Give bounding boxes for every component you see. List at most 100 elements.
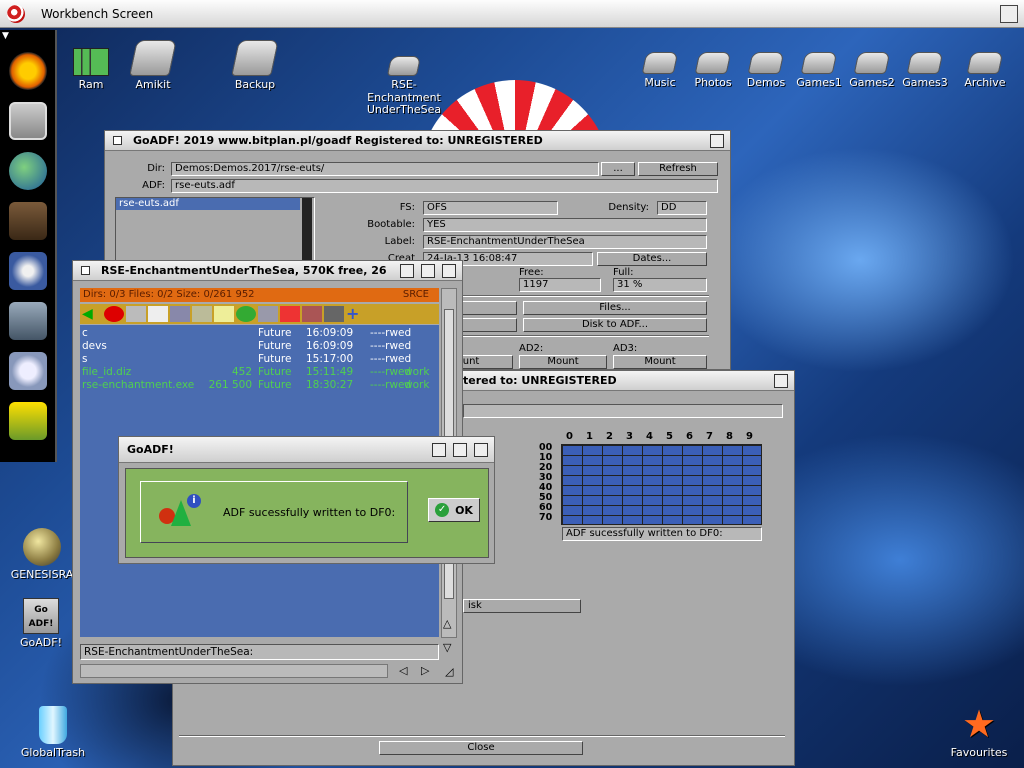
search-icon[interactable]: [258, 306, 278, 322]
plus-icon[interactable]: +: [346, 306, 366, 322]
dock-bar: ▼: [0, 30, 57, 462]
info-icon[interactable]: [104, 306, 124, 322]
file-name: rse-enchantment.exe: [82, 379, 195, 391]
drawer-zoom-gadget[interactable]: [421, 264, 435, 278]
file-list-item[interactable]: rse-enchantment.exe 261 500 Future 18:30:27…: [80, 379, 439, 392]
ad3-label: AD3:: [613, 343, 638, 354]
file-list-item[interactable]: file_id.diz 452 Future 15:11:49 ----rwed work: [80, 366, 439, 379]
drawer-path-field[interactable]: RSE-EnchantmentUnderTheSea:: [80, 644, 439, 660]
drawer-iconify-gadget[interactable]: [400, 264, 414, 278]
dialog-iconify-gadget[interactable]: [432, 443, 446, 457]
file-list-item[interactable]: c Future 16:09:09 ----rwed: [80, 327, 439, 340]
scroll-up-arrow-icon[interactable]: △: [443, 617, 451, 630]
file-list-item[interactable]: devs Future 16:09:09 ----rwed: [80, 340, 439, 353]
depth-gadget[interactable]: [710, 134, 724, 148]
file-time: 16:09:09: [306, 340, 354, 352]
genesis-icon[interactable]: GENESISRA: [10, 528, 74, 582]
file-size: 452: [231, 366, 252, 378]
amiga-ball-icon[interactable]: [7, 4, 25, 23]
dir-field[interactable]: Demos:Demos.2017/rse-euts/: [171, 162, 599, 176]
adf-list-item[interactable]: rse-euts.adf: [116, 198, 300, 210]
drawer-hscroll[interactable]: [80, 664, 388, 678]
music-drive-icon[interactable]: Music: [640, 52, 680, 90]
scroll-right-arrow-icon[interactable]: ▷: [421, 664, 429, 677]
drawer-close-gadget[interactable]: [81, 266, 90, 275]
density-field: DD: [657, 201, 707, 215]
dock-chewbacca-icon[interactable]: [9, 202, 47, 240]
close-button[interactable]: Close: [379, 741, 583, 755]
ram-disk-icon[interactable]: Ram: [72, 48, 110, 92]
dialog-depth-gadget[interactable]: [474, 443, 488, 457]
tag-icon[interactable]: [192, 306, 212, 322]
favourites-icon[interactable]: ★ Favourites: [946, 704, 1012, 760]
files-button[interactable]: Files...: [523, 301, 707, 315]
dock-lightning-icon[interactable]: [9, 402, 47, 440]
adf-field[interactable]: rse-euts.adf: [171, 179, 718, 193]
goadf-app-icon[interactable]: Go ADF! GoADF!: [16, 598, 66, 650]
dock-globe-icon[interactable]: [9, 152, 47, 190]
page-icon[interactable]: [148, 306, 168, 322]
backup-drive-icon[interactable]: Backup: [230, 40, 280, 92]
close-gadget[interactable]: [113, 136, 122, 145]
pie-icon[interactable]: [236, 306, 256, 322]
refresh-button[interactable]: Refresh: [638, 162, 718, 176]
chevron-down-icon[interactable]: ▼: [2, 31, 9, 41]
file-date: Future: [258, 366, 292, 378]
dock-face-icon[interactable]: [9, 302, 47, 340]
archive-drive-icon[interactable]: Archive: [962, 52, 1008, 90]
scissors-icon[interactable]: [170, 306, 190, 322]
back-arrow-icon[interactable]: ◀: [82, 306, 102, 322]
dialog-zoom-gadget[interactable]: [453, 443, 467, 457]
goadf-main-titlebar[interactable]: GoADF! 2019 www.bitplan.pl/goadf Registe…: [105, 131, 730, 151]
diamond-icon[interactable]: [280, 306, 300, 322]
fs-label: FS:: [399, 202, 415, 213]
file-list-item[interactable]: s Future 15:17:00 ----rwed: [80, 353, 439, 366]
games2-drive-icon[interactable]: Games2: [848, 52, 896, 90]
bootable-field: YES: [423, 218, 707, 232]
goadf-dialog[interactable]: GoADF! i ADF sucessfully written to DF0:…: [118, 436, 495, 564]
dock-amikit-icon[interactable]: [9, 52, 47, 90]
amikit-drive-icon[interactable]: Amikit: [129, 40, 177, 92]
resize-icon[interactable]: ◿: [445, 665, 453, 678]
disk-to-adf-button[interactable]: Disk to ADF...: [523, 318, 707, 332]
file-name: c: [82, 327, 88, 339]
globaltrash-icon[interactable]: GlobalTrash: [16, 706, 90, 760]
block-bitmap-grid: [561, 444, 762, 525]
disk-button[interactable]: isk: [463, 599, 581, 613]
separator-3: [179, 735, 785, 737]
dates-button[interactable]: Dates...: [597, 252, 707, 266]
scroll-left-arrow-icon[interactable]: ◁: [399, 664, 407, 677]
mount-ad2-button[interactable]: Mount: [519, 355, 607, 369]
amikit-label: Amikit: [135, 78, 171, 91]
photos-drive-icon[interactable]: Photos: [692, 52, 734, 90]
pencil-icon[interactable]: [126, 306, 146, 322]
file-name: devs: [82, 340, 107, 352]
demos-drive-icon[interactable]: Demos: [745, 52, 787, 90]
move-icon[interactable]: [214, 306, 234, 322]
goadf-label: GoADF!: [20, 636, 62, 649]
speaker-icon[interactable]: [324, 306, 344, 322]
info-shapes-icon: i: [159, 494, 203, 532]
scroll-down-arrow-icon[interactable]: ▽: [443, 641, 451, 654]
screen-title: Workbench Screen: [41, 6, 154, 21]
grid-col-label: 8: [726, 431, 733, 442]
dock-search-icon[interactable]: [9, 352, 47, 390]
ok-button[interactable]: ✓ OK: [428, 498, 480, 522]
drawer-titlebar[interactable]: RSE-EnchantmentUnderTheSea, 570K free, 2…: [73, 261, 462, 281]
rse-disk-label: RSE- Enchantment UnderTheSea: [366, 78, 442, 117]
dialog-titlebar[interactable]: GoADF!: [119, 437, 494, 463]
games3-drive-icon[interactable]: Games3: [901, 52, 949, 90]
grid-col-label: 6: [686, 431, 693, 442]
dock-magnet-icon[interactable]: [9, 252, 47, 290]
depth-gadget-2[interactable]: [774, 374, 788, 388]
rse-disk-icon[interactable]: RSE- Enchantment UnderTheSea: [366, 56, 442, 117]
screen-title-bar[interactable]: Workbench Screen: [0, 0, 1024, 28]
dock-info-icon[interactable]: [9, 102, 47, 140]
portrait-icon[interactable]: [302, 306, 322, 322]
browse-button[interactable]: ...: [601, 162, 635, 176]
separator-2: [427, 335, 709, 337]
drawer-depth-gadget[interactable]: [442, 264, 456, 278]
games1-drive-icon[interactable]: Games1: [796, 52, 842, 90]
mount-ad3-button[interactable]: Mount: [613, 355, 707, 369]
screen-depth-gadget[interactable]: [1000, 5, 1018, 23]
